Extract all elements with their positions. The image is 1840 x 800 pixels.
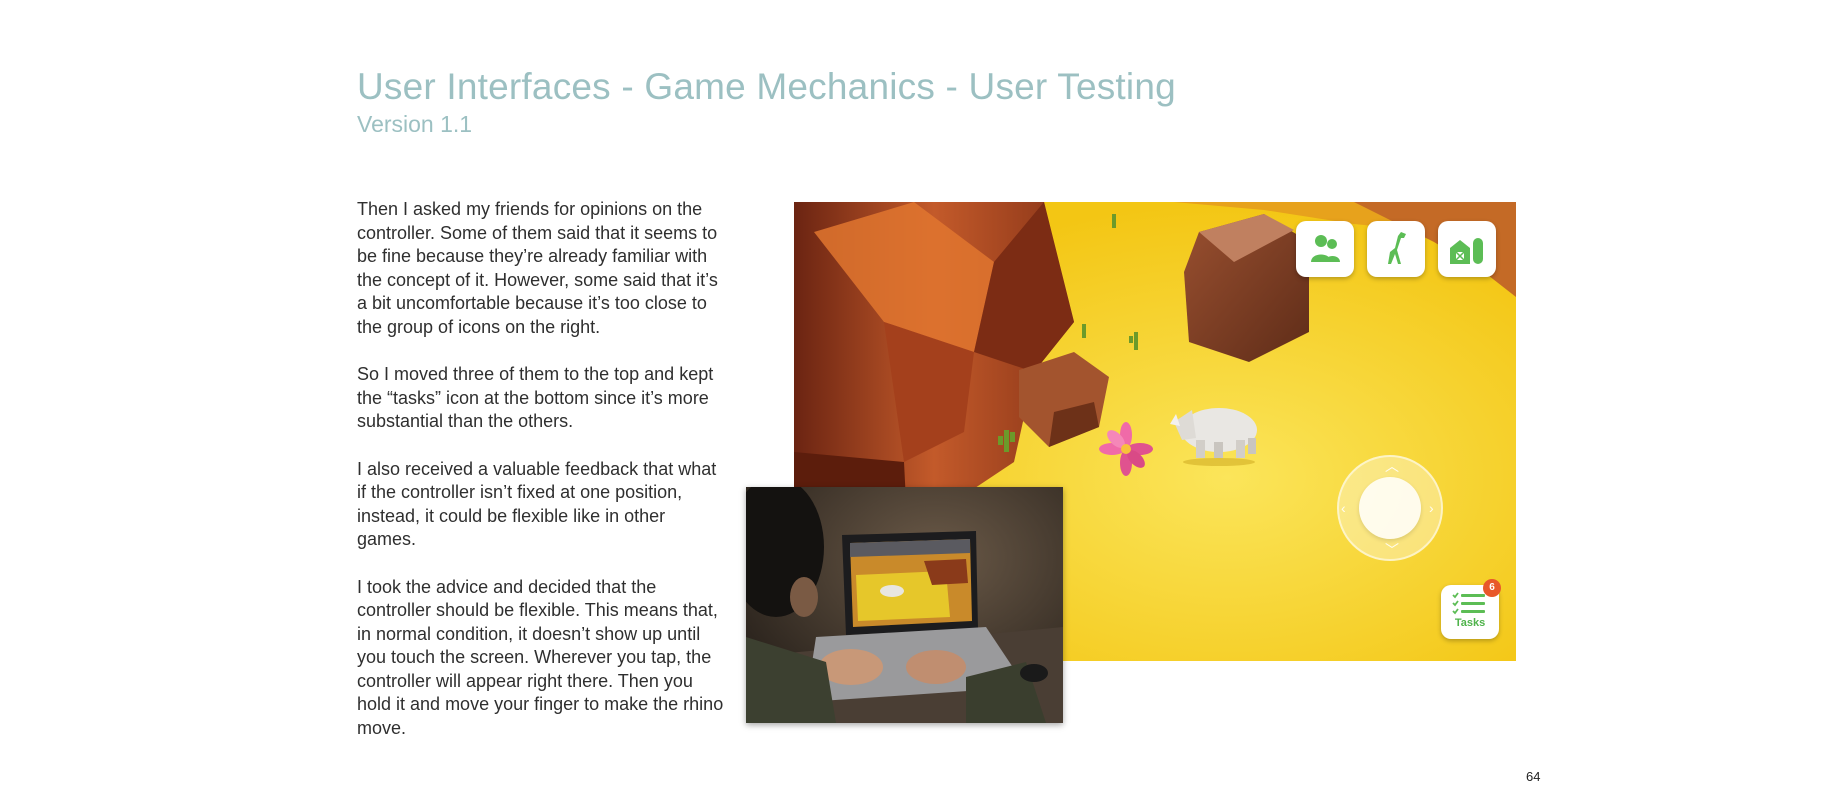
animals-button[interactable]	[1367, 221, 1425, 277]
page-title: User Interfaces - Game Mechanics - User …	[357, 66, 1176, 107]
user-testing-photo	[746, 487, 1063, 723]
friends-icon	[1311, 235, 1340, 262]
paragraph-3: I also received a valuable feedback that…	[357, 458, 717, 550]
friends-button[interactable]	[1296, 221, 1354, 277]
tasks-button[interactable]: Tasks 6	[1441, 579, 1501, 639]
joystick-controller[interactable]: ︿ ﹀ ‹ ›	[1337, 455, 1443, 561]
body-text: Then I asked my friends for opinions on …	[357, 198, 727, 764]
tasks-label: Tasks	[1454, 617, 1486, 629]
chevron-right-icon: ›	[1429, 500, 1434, 516]
farm-button[interactable]	[1438, 221, 1496, 277]
version-subtitle: Version 1.1	[357, 111, 473, 137]
paragraph-2: So I moved three of them to the top and …	[357, 364, 714, 432]
farm-icon	[1450, 238, 1483, 264]
giraffe-icon	[1388, 232, 1406, 264]
page-number: 64	[1526, 769, 1541, 784]
chevron-down-icon: ﹀	[1385, 542, 1399, 558]
photo-scene	[746, 487, 1063, 723]
tasks-badge: 6	[1483, 579, 1501, 597]
paragraph-1: Then I asked my friends for opinions on …	[357, 199, 718, 337]
chevron-left-icon: ‹	[1341, 500, 1346, 516]
checklist-icon	[1452, 592, 1485, 615]
joystick-knob[interactable]	[1359, 477, 1421, 539]
chevron-up-icon: ︿	[1385, 458, 1399, 474]
paragraph-4: I took the advice and decided that the c…	[357, 576, 724, 739]
